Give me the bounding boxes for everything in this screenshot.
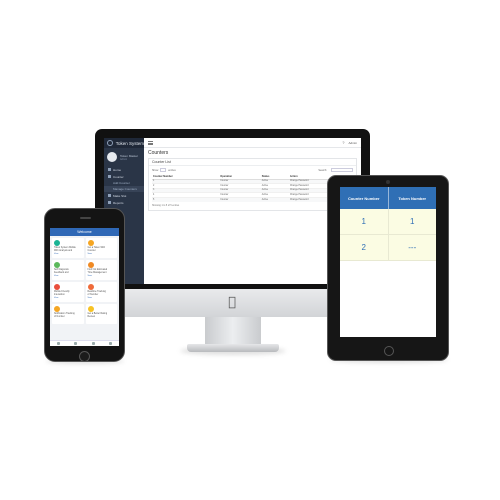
entries-label: entries [168, 168, 176, 172]
card-link[interactable]: View [88, 253, 116, 255]
counters-table: Counter Number Operation Status Action 1… [152, 174, 353, 202]
counter-list-panel: Counter List Show entries Search: Counte… [148, 158, 357, 211]
sidebar-item-reports[interactable]: Reports [104, 199, 144, 206]
home-button[interactable] [79, 351, 90, 362]
profile-status: Admin [120, 157, 128, 161]
user-profile[interactable]: Token Master Admin [104, 148, 144, 166]
tab-profile-icon[interactable] [108, 342, 112, 345]
page-header: Counters [144, 148, 361, 157]
card-link[interactable]: View [54, 253, 82, 255]
feature-icon [87, 284, 94, 290]
table-controls: Show entries Search: [149, 166, 356, 174]
token-number-cell: 1 [410, 217, 415, 226]
card-text: Review [87, 315, 96, 318]
feature-icon [54, 306, 60, 312]
search-label: Search: [318, 168, 327, 172]
feature-grid: Token System Mobile With Analysis and Vi… [50, 236, 119, 326]
feature-icon [54, 240, 60, 246]
apple-logo-icon:  [226, 296, 238, 310]
imac-base [187, 344, 279, 352]
mobile-header: Welcome [50, 228, 119, 236]
feature-icon [87, 306, 94, 312]
avatar [107, 152, 117, 162]
reports-icon [108, 201, 111, 204]
sidebar-item-label: Manage Counters [113, 187, 137, 191]
table-row: 1 1 [340, 209, 436, 235]
column-header-token-number: Token Number [398, 195, 427, 201]
feature-card[interactable]: Realtime Tracking of Number View [85, 282, 117, 302]
feature-card[interactable]: Mobile Friendly Interaction View [52, 282, 84, 302]
page-title: Counters [148, 149, 169, 156]
feature-card[interactable]: Notification Tracking of Number [52, 304, 84, 324]
feature-card[interactable]: Token System Mobile With Analysis and Vi… [52, 238, 84, 258]
counter-number-cell: 2 [340, 235, 389, 260]
tablet-screen: Counter Number Token Number 1 1 2 --- [340, 187, 436, 337]
panel-title: Counter List [152, 160, 171, 164]
menu-toggle-icon[interactable] [148, 140, 153, 145]
logo-icon [107, 140, 113, 146]
sidebar-item-label: Home [113, 167, 122, 172]
sidebar-item-make-slot[interactable]: Make Slot [104, 192, 144, 199]
sidebar-item-label: Make Slot [113, 193, 127, 198]
panel-header: Counter List [149, 159, 356, 166]
column-header-counter-number: Counter Number [340, 187, 389, 209]
card-text: of Number [54, 315, 65, 318]
app-title: Token System [115, 140, 144, 146]
feature-card[interactable]: Get a Token With Counter View [85, 238, 117, 258]
card-link[interactable]: View [88, 275, 116, 277]
camera-icon [386, 180, 390, 184]
token-number-cell: --- [408, 243, 417, 252]
mobile-screen: Welcome Token System Mobile With Analysi… [50, 228, 119, 346]
sidebar-item-label: Counter [113, 174, 124, 179]
top-bar: ? Admin [144, 138, 361, 148]
table-row: 2 --- [340, 235, 436, 261]
sidebar-item-label: Reports [113, 200, 124, 205]
entries-select[interactable] [160, 168, 167, 172]
feature-card[interactable]: Find Out Estimated Time Management View [85, 260, 117, 280]
app-brand[interactable]: Token System [104, 138, 144, 148]
mobile-title: Welcome [77, 230, 92, 234]
help-icon[interactable]: ? [342, 140, 344, 145]
mobile-tab-bar [50, 340, 119, 346]
counter-icon [108, 175, 111, 178]
token-table-header: Counter Number Token Number [340, 187, 436, 209]
card-link[interactable]: View [54, 297, 82, 299]
user-menu[interactable]: Admin [348, 141, 357, 145]
tab-home-icon[interactable] [57, 342, 61, 345]
card-link[interactable]: View [88, 297, 116, 299]
desktop-screen: Token System Token Master Admin Home Cou… [104, 138, 361, 284]
table-info: Showing 1 to 5 of 5 entries [152, 204, 180, 207]
feature-icon [54, 262, 60, 268]
feature-icon [87, 240, 94, 246]
sidebar-item-label: Add Counter [113, 181, 130, 185]
sidebar-item-home[interactable]: Home [104, 166, 144, 173]
speaker-icon [80, 217, 91, 219]
show-label: Show [152, 168, 159, 172]
feature-card[interactable]: Get a Better Rating Review [85, 304, 117, 324]
tab-token-icon[interactable] [74, 342, 78, 345]
sidebar-item-counter[interactable]: Counter [104, 173, 144, 180]
feature-card[interactable]: Self Diagnosis Feedback and View [52, 260, 84, 280]
home-button[interactable] [384, 346, 394, 356]
imac-stand [205, 317, 261, 346]
slot-icon [108, 194, 111, 197]
feature-icon [87, 262, 94, 268]
feature-icon [54, 284, 60, 290]
tab-history-icon[interactable] [91, 342, 95, 345]
search-input[interactable] [331, 168, 353, 172]
home-icon [108, 168, 111, 171]
card-link[interactable]: View [54, 275, 82, 277]
counter-number-cell: 1 [340, 209, 389, 234]
